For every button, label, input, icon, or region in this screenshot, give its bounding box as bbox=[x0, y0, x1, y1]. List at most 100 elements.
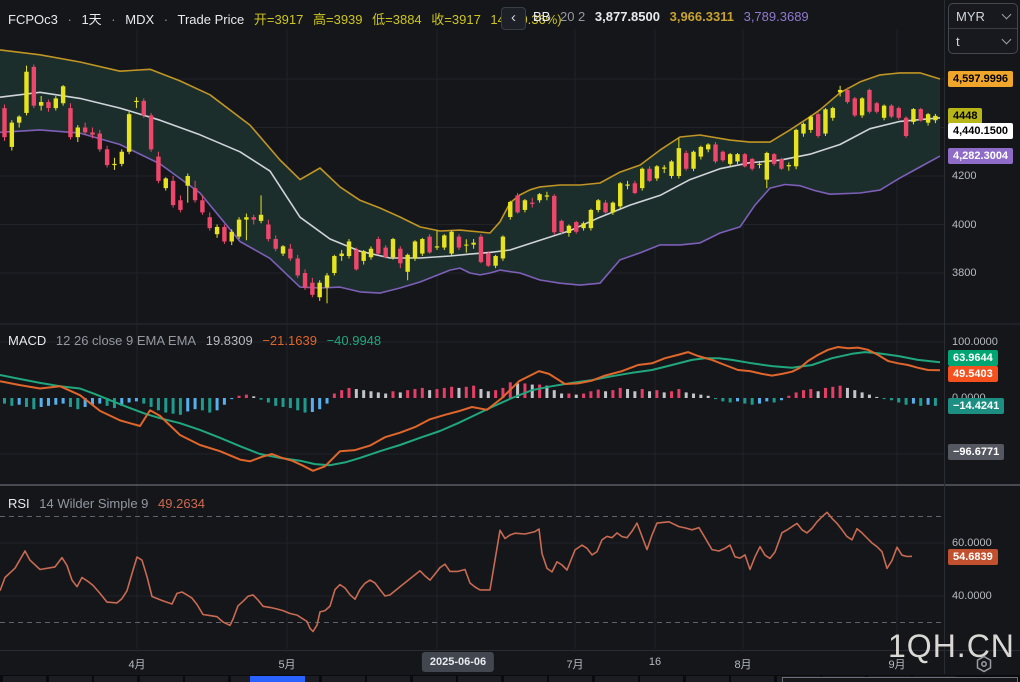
settings-gear-icon[interactable] bbox=[974, 654, 994, 679]
bottom-strip-segment bbox=[140, 676, 183, 682]
macd-histogram-bar bbox=[135, 398, 138, 401]
currency-dropdown[interactable]: MYR bbox=[949, 4, 1017, 28]
candle-body bbox=[750, 159, 754, 169]
candle-body bbox=[662, 168, 666, 169]
collapse-legend-button[interactable]: ‹ bbox=[501, 7, 526, 30]
crosshair-date-label: 2025-06-06 bbox=[422, 652, 494, 672]
macd-histogram-bar bbox=[76, 398, 79, 409]
macd-histogram-bar bbox=[194, 398, 197, 409]
macd-histogram-bar bbox=[208, 398, 211, 413]
candle-body bbox=[112, 164, 116, 165]
candle-body bbox=[933, 116, 937, 120]
axis-price-badge: 49.5403 bbox=[948, 366, 998, 382]
macd-histogram-bar bbox=[333, 394, 336, 398]
bottom-strip-segment bbox=[185, 676, 228, 682]
candle-body bbox=[266, 225, 270, 240]
candle-body bbox=[142, 101, 146, 116]
candle-body bbox=[105, 149, 109, 165]
bottom-strip-segment bbox=[549, 676, 592, 682]
candle-body bbox=[435, 246, 439, 247]
candle-body bbox=[442, 235, 446, 247]
macd-histogram-bar bbox=[787, 396, 790, 398]
macd-histogram-bar bbox=[861, 392, 864, 398]
macd-histogram-bar bbox=[494, 390, 497, 398]
watermark: 1QH.CN bbox=[888, 628, 1015, 665]
axis-tick-label: 4200 bbox=[952, 170, 976, 182]
symbol-name[interactable]: FCPOc3 bbox=[8, 12, 58, 27]
macd-histogram-bar bbox=[296, 398, 299, 410]
candle-body bbox=[794, 130, 798, 166]
candle-body bbox=[493, 256, 497, 266]
currency-unit-menu: MYR t bbox=[948, 3, 1018, 54]
chevron-down-icon bbox=[1002, 10, 1012, 20]
macd-histogram-bar bbox=[223, 398, 226, 405]
macd-histogram-bar bbox=[201, 398, 204, 410]
macd-histogram-bar bbox=[677, 389, 680, 398]
macd-histogram-bar bbox=[641, 389, 644, 398]
macd-histogram-bar bbox=[406, 390, 409, 398]
axis-price-badge: 4,597.9996 bbox=[948, 71, 1013, 87]
candle-body bbox=[845, 90, 849, 102]
candle-body bbox=[457, 237, 461, 248]
candle-body bbox=[523, 200, 527, 210]
bottom-strip-segment bbox=[94, 676, 137, 682]
candle-body bbox=[156, 157, 160, 181]
rsi-value: 49.2634 bbox=[158, 496, 205, 511]
ohlc-close: 收=3917 bbox=[431, 12, 481, 27]
candle-body bbox=[530, 203, 534, 204]
macd-histogram-bar bbox=[304, 398, 307, 413]
interval-label[interactable]: 1天 bbox=[81, 12, 101, 27]
macd-histogram-bar bbox=[890, 398, 893, 400]
candle-body bbox=[339, 254, 343, 256]
candle-body bbox=[186, 176, 190, 186]
bottom-strip-segment bbox=[3, 676, 46, 682]
macd-histogram-bar bbox=[10, 398, 13, 406]
macd-histogram-bar bbox=[685, 392, 688, 398]
macd-histogram-bar bbox=[472, 386, 475, 398]
macd-histogram-bar bbox=[934, 398, 937, 406]
rsi-indicator-name[interactable]: RSI bbox=[8, 496, 30, 511]
macd-histogram-bar bbox=[655, 390, 658, 398]
macd-histogram-bar bbox=[773, 398, 776, 402]
candle-body bbox=[376, 239, 380, 254]
bottom-strip-segment bbox=[731, 676, 774, 682]
trading-chart-app: FCPOc3 · 1天 · MDX · Trade Price 开=3917 高… bbox=[0, 0, 1020, 682]
macd-histogram-bar bbox=[128, 398, 131, 402]
bottom-strip-active-segment[interactable] bbox=[250, 676, 305, 682]
candle-body bbox=[508, 202, 512, 217]
macd-histogram-bar bbox=[164, 398, 167, 413]
candle-body bbox=[897, 108, 901, 118]
macd-histogram-bar bbox=[428, 390, 431, 398]
macd-histogram-bar bbox=[538, 385, 541, 398]
candle-body bbox=[61, 86, 65, 103]
axis-tick-label: 60.0000 bbox=[952, 537, 992, 549]
candle-body bbox=[208, 217, 212, 228]
time-tick-label: 8月 bbox=[734, 656, 751, 672]
candle-body bbox=[860, 98, 864, 115]
candle-body bbox=[83, 128, 87, 133]
rsi-params: 14 Wilder Simple 9 bbox=[39, 496, 148, 511]
macd-histogram-bar bbox=[663, 392, 666, 398]
macd-histogram-bar bbox=[289, 398, 292, 408]
macd-histogram-bar bbox=[311, 398, 314, 412]
candle-body bbox=[317, 283, 321, 298]
candle-body bbox=[76, 128, 80, 138]
macd-histogram-bar bbox=[370, 391, 373, 398]
macd-histogram-bar bbox=[912, 398, 915, 404]
macd-histogram-bar bbox=[391, 391, 394, 398]
candle-body bbox=[567, 226, 571, 233]
candle-body bbox=[640, 169, 644, 188]
candle-body bbox=[288, 249, 292, 259]
macd-histogram-bar bbox=[450, 387, 453, 398]
candle-body bbox=[699, 147, 703, 157]
unit-dropdown[interactable]: t bbox=[949, 29, 1017, 53]
macd-histogram-bar bbox=[340, 390, 343, 398]
bb-indicator-name[interactable]: BB bbox=[533, 9, 550, 24]
exchange-label: MDX bbox=[125, 12, 154, 27]
bottom-strip-segment bbox=[49, 676, 92, 682]
bottom-strip-segment bbox=[686, 676, 729, 682]
macd-params: 12 26 close 9 EMA EMA bbox=[56, 333, 196, 348]
macd-indicator-name[interactable]: MACD bbox=[8, 333, 46, 348]
chevron-down-icon bbox=[1002, 35, 1012, 45]
candle-body bbox=[32, 67, 36, 106]
